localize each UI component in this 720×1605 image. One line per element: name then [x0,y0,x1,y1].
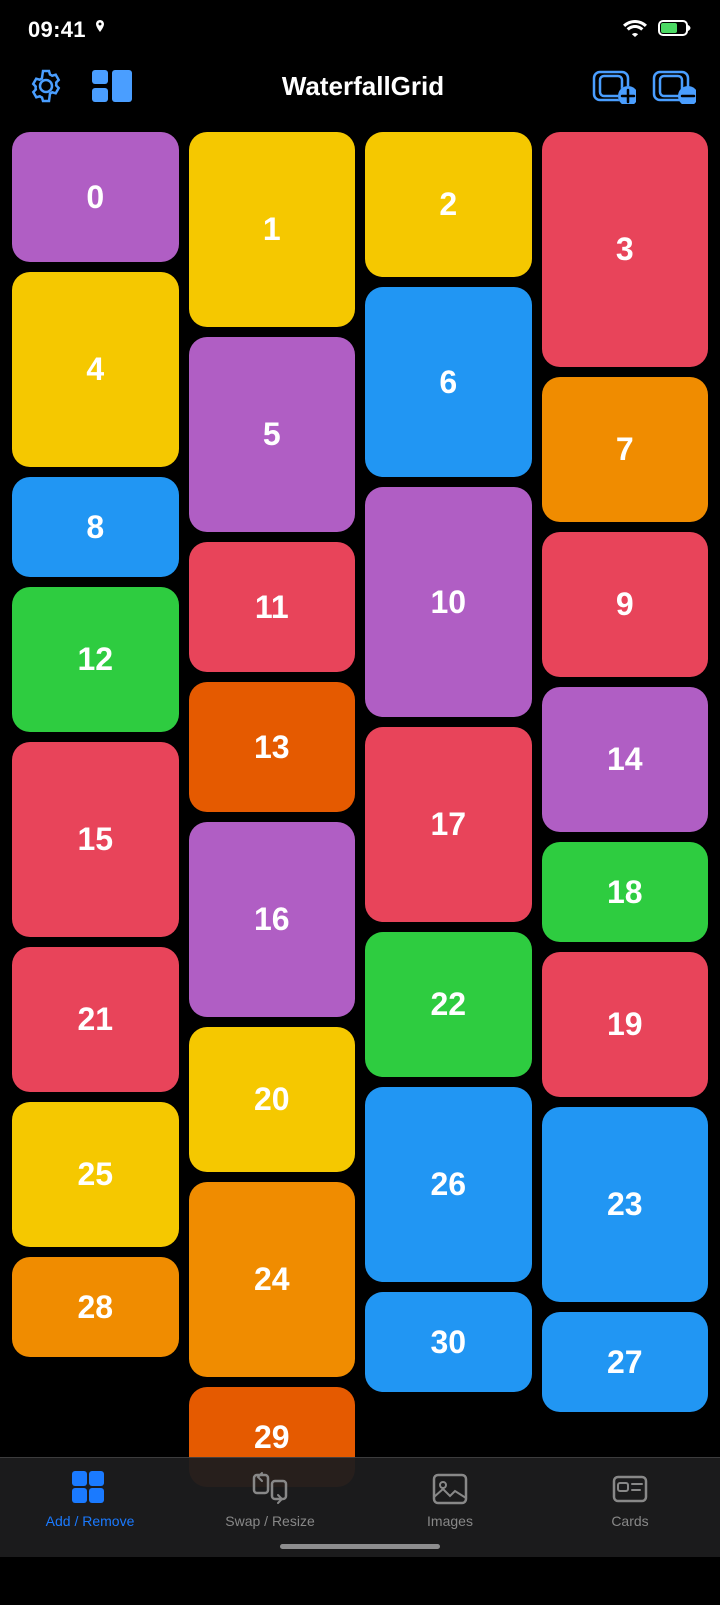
card-14[interactable]: 14 [542,687,709,832]
tab-cards-label: Cards [611,1513,648,1529]
tab-images-label: Images [427,1513,473,1529]
card-18[interactable]: 18 [542,842,709,942]
tab-swap-resize-label: Swap / Resize [225,1513,314,1529]
status-time: 09:41 [28,17,86,43]
card-7[interactable]: 7 [542,377,709,522]
card-28[interactable]: 28 [12,1257,179,1357]
card-8[interactable]: 8 [12,477,179,577]
card-11[interactable]: 11 [189,542,356,672]
card-20[interactable]: 20 [189,1027,356,1172]
battery-icon [658,19,692,42]
waterfall-grid: 0481215212528 15111316202429 26101722263… [0,124,720,1605]
grid-col-1: 15111316202429 [189,132,356,1487]
grid-col-2: 261017222630 [365,132,532,1487]
wifi-icon [622,19,648,42]
location-icon [92,20,108,41]
tab-images-icon [432,1471,468,1507]
card-6[interactable]: 6 [365,287,532,477]
card-2[interactable]: 2 [365,132,532,277]
card-22[interactable]: 22 [365,932,532,1077]
card-23[interactable]: 23 [542,1107,709,1302]
card-9[interactable]: 9 [542,532,709,677]
card-12[interactable]: 12 [12,587,179,732]
status-icons [622,19,692,42]
card-5[interactable]: 5 [189,337,356,532]
card-16[interactable]: 16 [189,822,356,1017]
grid-columns: 0481215212528 15111316202429 26101722263… [0,124,720,1495]
layout-button[interactable] [90,64,134,108]
remove-container-button[interactable] [652,64,696,108]
settings-button[interactable] [24,64,68,108]
card-21[interactable]: 21 [12,947,179,1092]
card-13[interactable]: 13 [189,682,356,812]
card-4[interactable]: 4 [12,272,179,467]
tab-swap-resize[interactable]: Swap / Resize [180,1471,360,1529]
grid-col-0: 0481215212528 [12,132,179,1487]
tab-cards[interactable]: Cards [540,1471,720,1529]
nav-right [592,64,696,108]
home-indicator [280,1544,440,1549]
tab-add-remove-label: Add / Remove [46,1513,135,1529]
card-1[interactable]: 1 [189,132,356,327]
tab-images[interactable]: Images [360,1471,540,1529]
card-17[interactable]: 17 [365,727,532,922]
status-bar: 09:41 [0,0,720,54]
card-24[interactable]: 24 [189,1182,356,1377]
card-0[interactable]: 0 [12,132,179,262]
nav-left [24,64,134,108]
card-19[interactable]: 19 [542,952,709,1097]
card-10[interactable]: 10 [365,487,532,717]
add-container-button[interactable] [592,64,636,108]
tab-bar: Add / Remove Swap / Resize Images [0,1457,720,1557]
card-15[interactable]: 15 [12,742,179,937]
grid-col-3: 3791418192327 [542,132,709,1487]
card-27[interactable]: 27 [542,1312,709,1412]
card-26[interactable]: 26 [365,1087,532,1282]
tab-cards-icon [612,1471,648,1507]
tab-swap-resize-icon [252,1471,288,1507]
nav-title: WaterfallGrid [282,71,444,102]
tab-add-remove[interactable]: Add / Remove [0,1471,180,1529]
nav-bar: WaterfallGrid [0,54,720,124]
tab-add-remove-icon [72,1471,108,1507]
card-25[interactable]: 25 [12,1102,179,1247]
card-30[interactable]: 30 [365,1292,532,1392]
card-3[interactable]: 3 [542,132,709,367]
